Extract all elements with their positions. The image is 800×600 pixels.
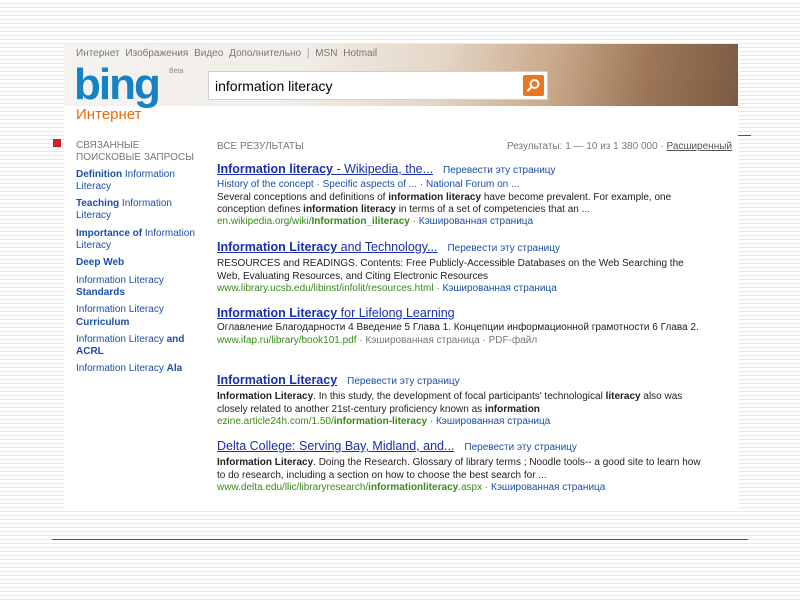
cached-page-link[interactable]: Кэшированная страница (419, 216, 533, 227)
result-item: Information Literacy for Lifelong Learni… (217, 307, 707, 347)
result-title-highlight[interactable]: Information Literacy (217, 306, 337, 320)
related-item[interactable]: Information Literacy Ala (76, 363, 201, 375)
nav-hotmail[interactable]: Hotmail (343, 48, 377, 59)
translate-link[interactable]: Перевести эту страницу (347, 376, 459, 387)
result-title[interactable]: Delta College: Serving Bay, Midland, and… (217, 440, 707, 454)
result-title-rest[interactable]: for Lifelong Learning (337, 306, 455, 320)
related-item[interactable]: Importance of Information Literacy (76, 228, 201, 253)
vertical-title: Интернет (76, 106, 142, 123)
related-item-bold: Definition (76, 168, 123, 180)
top-nav: Интернет Изображения Видео Дополнительно… (76, 48, 380, 59)
slide-bullet (53, 139, 61, 147)
translate-link[interactable]: Перевести эту страницу (464, 442, 576, 453)
result-title[interactable]: Information literacy - Wikipedia, the...… (217, 163, 707, 177)
related-heading-line-2: ПОИСКОВЫЕ ЗАПРОСЫ (76, 152, 194, 164)
result-title-highlight[interactable]: Information Literacy (217, 373, 337, 387)
result-snippet: Information Literacy. In this study, the… (217, 391, 683, 415)
result-url-line: ezine.article24h.com/1.50/information-li… (217, 415, 551, 427)
bing-screenshot: Интернет Изображения Видео Дополнительно… (64, 44, 738, 509)
cached-page-link[interactable]: Кэшированная страница (491, 482, 605, 493)
related-heading-line-1: СВЯЗАННЫЕ (76, 140, 140, 151)
result-url: www.delta.edu/llic/libraryresearch/infor… (217, 481, 483, 493)
result-title-highlight[interactable]: Information Literacy (217, 240, 337, 254)
result-item: Delta College: Serving Bay, Midland, and… (217, 440, 707, 494)
result-title[interactable]: Information Literacy for Lifelong Learni… (217, 306, 707, 320)
result-snippet: RESOURCES and READINGS. Contents: Free P… (217, 258, 684, 282)
results-count: Результаты: 1 — 10 из 1 380 000 · Расшир… (507, 141, 732, 152)
related-item[interactable]: Information Literacy and ACRL (76, 334, 201, 359)
related-item[interactable]: Information Literacy Curriculum (76, 304, 201, 329)
search-box (208, 71, 548, 100)
magnifier-icon (526, 79, 540, 92)
related-item[interactable]: Definition Information Literacy (76, 169, 201, 194)
related-item-text: Information Literacy (76, 333, 167, 345)
result-snippet: Several conceptions and definitions of i… (217, 191, 672, 215)
related-item-bold: Importance of (76, 227, 143, 239)
result-url-line: www.library.ucsb.edu/libinst/infolit/res… (217, 282, 557, 294)
related-item[interactable]: Teaching Information Literacy (76, 198, 201, 223)
result-url: ezine.article24h.com/1.50/information-li… (217, 415, 428, 427)
related-heading: СВЯЗАННЫЕ ПОИСКОВЫЕ ЗАПРОСЫ (76, 140, 201, 165)
related-item[interactable]: Deep Web (76, 257, 201, 269)
nav-video[interactable]: Видео (194, 48, 223, 59)
result-url: www.library.ucsb.edu/libinst/infolit/res… (217, 282, 434, 294)
search-button[interactable] (523, 75, 544, 96)
result-url: www.ifap.ru/library/book101.pdf (217, 334, 357, 346)
related-item[interactable]: Information Literacy Standards (76, 275, 201, 300)
related-item-bold: Standards (76, 286, 125, 298)
cached-page-link[interactable]: Кэшированная страница (442, 283, 556, 294)
related-searches: СВЯЗАННЫЕ ПОИСКОВЫЕ ЗАПРОСЫ Definition I… (76, 140, 201, 381)
result-item: Information Literacy and Technology... Пе… (217, 241, 707, 295)
result-title-rest[interactable]: and Technology... (337, 240, 438, 254)
related-item-bold: Teaching (76, 198, 120, 210)
related-item-text: Information Literacy (76, 304, 164, 316)
advanced-search-link[interactable]: Расширенный (667, 141, 732, 152)
nav-internet[interactable]: Интернет (76, 48, 120, 59)
related-item-bold: Ala (166, 363, 183, 375)
related-item-text: Information Literacy (76, 274, 164, 286)
result-title-rest[interactable]: Delta College: Serving Bay, Midland, and… (217, 439, 454, 453)
translate-link[interactable]: Перевести эту страницу (443, 165, 555, 176)
nav-images[interactable]: Изображения (125, 48, 188, 59)
nav-more[interactable]: Дополнительно (229, 48, 301, 59)
result-item: Information Literacy Перевести эту страни… (217, 374, 707, 428)
cached-page-link[interactable]: Кэшированная страница (436, 416, 550, 427)
related-item-text: Information Literacy (76, 363, 167, 375)
result-snippet: Information Literacy. Doing the Research… (217, 457, 701, 481)
result-url-line: en.wikipedia.org/wiki/Information_iliter… (217, 216, 534, 228)
beta-label: Beta (169, 68, 184, 75)
search-input[interactable] (215, 76, 515, 95)
result-title-rest[interactable]: - Wikipedia, the... (333, 162, 433, 176)
all-results-heading: ВСЕ РЕЗУЛЬТАТЫ (217, 141, 304, 152)
related-item-bold: Deep Web (76, 257, 125, 269)
nav-msn[interactable]: MSN (315, 48, 337, 59)
translate-link[interactable]: Перевести эту страницу (447, 243, 559, 254)
cached-page-link[interactable]: Кэшированная страница · PDF-файл (365, 335, 537, 346)
result-sublinks[interactable]: History of the concept · Specific aspect… (217, 179, 707, 191)
results-count-text: Результаты: 1 — 10 из 1 380 000 · (506, 141, 664, 152)
result-snippet: Оглавление Благодарности 4 Введение 5 Гл… (217, 322, 699, 334)
result-url-line: www.delta.edu/llic/libraryresearch/infor… (217, 481, 606, 493)
related-item-bold: Curriculum (76, 316, 130, 328)
result-title[interactable]: Information Literacy Перевести эту страни… (217, 374, 707, 388)
result-item: Information literacy - Wikipedia, the...… (217, 163, 707, 228)
bing-logo[interactable]: bing (74, 63, 161, 107)
result-title-highlight[interactable]: Information literacy (217, 162, 333, 176)
header-banner: Интернет Изображения Видео Дополнительно… (64, 44, 738, 107)
nav-separator: | (306, 48, 310, 59)
result-url: en.wikipedia.org/wiki/Information_iliter… (217, 216, 410, 228)
result-title[interactable]: Information Literacy and Technology... Пе… (217, 241, 707, 255)
result-url-line: www.ifap.ru/library/book101.pdf · Кэширо… (217, 334, 538, 346)
slide-bottom-line (52, 539, 748, 540)
